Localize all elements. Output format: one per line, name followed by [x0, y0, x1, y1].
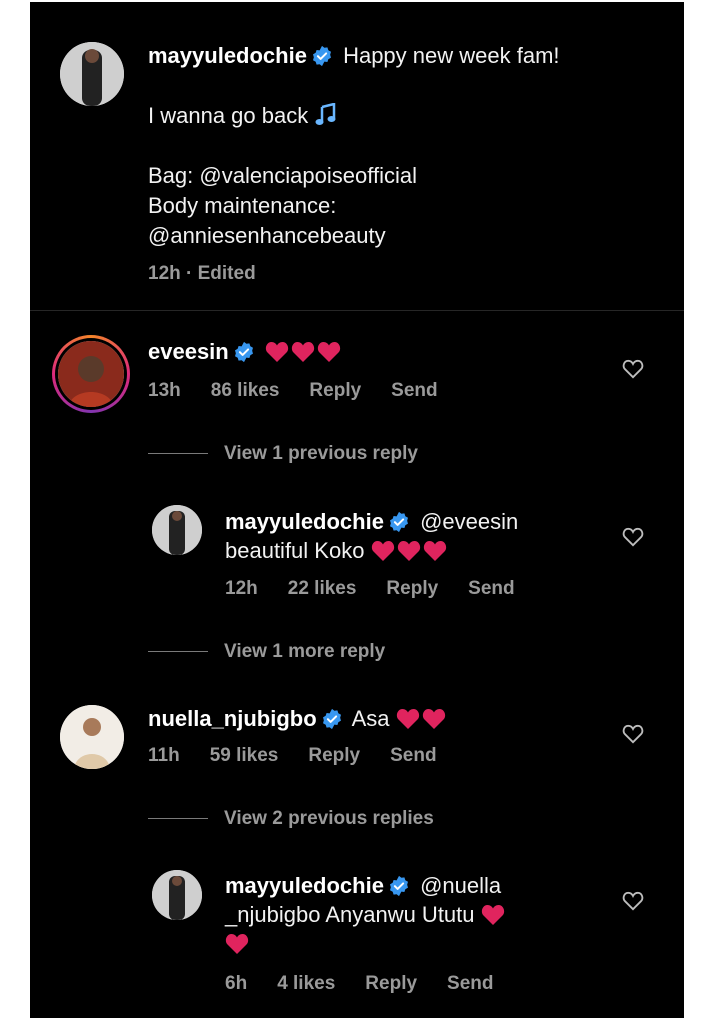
reply-line-3 [225, 930, 251, 958]
musical-notes-emoji [314, 102, 342, 127]
verified-badge-icon [321, 708, 343, 730]
post-author-avatar[interactable] [60, 42, 124, 106]
heart-outline-icon[interactable] [622, 359, 644, 379]
comments-screen: mayyuledochie Happy new week fam! I wann… [30, 2, 684, 1018]
view-replies-button[interactable]: View 1 previous reply [148, 442, 418, 466]
comment-username[interactable]: eveesin [148, 339, 229, 364]
post-caption-line-3: Bag: @valenciapoiseofficial [148, 163, 417, 188]
send-button[interactable]: Send [468, 578, 514, 599]
heart-outline-icon[interactable] [622, 891, 644, 911]
comment-username[interactable]: nuella_njubigbo [148, 706, 317, 731]
red-heart-emoji [291, 341, 315, 363]
reply-author-avatar[interactable] [152, 505, 202, 555]
post-caption-line-4: Body maintenance: [148, 193, 337, 218]
divider [148, 818, 208, 820]
verified-badge-icon [388, 511, 410, 533]
heart-emojis [396, 708, 448, 737]
comment-likes[interactable]: 86 likes [211, 380, 280, 401]
divider [148, 651, 208, 653]
comment-meta: 13h 86 likes Reply Send [148, 379, 468, 403]
reply-text-continued: beautiful Koko [225, 538, 365, 563]
reply-text-continued: _njubigbo Anyanwu Ututu [225, 902, 475, 927]
heart-emojis [371, 540, 449, 569]
reply-likes[interactable]: 4 likes [277, 973, 335, 994]
reply-author-avatar[interactable] [152, 870, 202, 920]
red-heart-emoji [397, 540, 421, 562]
verified-badge-icon [388, 875, 410, 897]
reply-line: mayyuledochie @eveesin [225, 508, 518, 536]
post-caption-text: Happy new week fam! [343, 43, 560, 68]
post-author-username[interactable]: mayyuledochie [148, 43, 307, 68]
send-button[interactable]: Send [390, 745, 436, 766]
reply-button[interactable]: Reply [308, 745, 360, 766]
comment-likes[interactable]: 59 likes [210, 745, 279, 766]
comment-line: nuella_njubigbo Asa [148, 705, 448, 737]
reply-time: 12h [225, 578, 258, 599]
comment-meta: 11h 59 likes Reply Send [148, 744, 467, 768]
commenter-avatar[interactable] [60, 705, 124, 769]
reply-text: @nuella [420, 873, 502, 898]
view-replies-button[interactable]: View 1 more reply [148, 640, 385, 664]
red-heart-emoji [423, 540, 447, 562]
view-replies-label: View 2 previous replies [224, 808, 434, 829]
view-replies-label: View 1 more reply [224, 641, 386, 662]
view-replies-label: View 1 previous reply [224, 443, 418, 464]
verified-badge-icon [311, 45, 333, 67]
post-meta: 12h · Edited [148, 263, 256, 284]
comment-text: Asa [351, 706, 390, 731]
reply-button[interactable]: Reply [365, 973, 417, 994]
commenter-avatar[interactable] [58, 341, 124, 407]
post-caption-line-2: I wanna go back [148, 102, 342, 130]
reply-text: @eveesin [420, 509, 519, 534]
reply-button[interactable]: Reply [386, 578, 438, 599]
view-replies-button[interactable]: View 2 previous replies [148, 807, 434, 831]
red-heart-emoji [422, 708, 446, 730]
reply-line-2: _njubigbo Anyanwu Ututu [225, 901, 507, 929]
comment-line: eveesin [148, 338, 343, 370]
reply-button[interactable]: Reply [309, 380, 361, 401]
comment-time: 13h [148, 380, 181, 401]
red-heart-emoji [225, 933, 249, 955]
send-button[interactable]: Send [447, 973, 493, 994]
reply-username[interactable]: mayyuledochie [225, 509, 384, 534]
red-heart-emoji [396, 708, 420, 730]
verified-badge-icon [233, 341, 255, 363]
reply-meta: 12h 22 likes Reply Send [225, 577, 545, 601]
story-ring[interactable] [52, 335, 130, 413]
divider [148, 453, 208, 455]
heart-outline-icon[interactable] [622, 527, 644, 547]
post-caption-line-2-text: I wanna go back [148, 103, 309, 128]
red-heart-emoji [317, 341, 341, 363]
heart-emojis [265, 341, 343, 370]
reply-username[interactable]: mayyuledochie [225, 873, 384, 898]
red-heart-emoji [481, 904, 505, 926]
post-caption-first-line: mayyuledochie Happy new week fam! [148, 42, 560, 70]
red-heart-emoji [371, 540, 395, 562]
reply-line-2: beautiful Koko [225, 537, 449, 569]
comment-time: 11h [148, 745, 180, 766]
reply-time: 6h [225, 973, 248, 994]
post-caption-line-5: @anniesenhancebeauty [148, 223, 386, 248]
send-button[interactable]: Send [391, 380, 437, 401]
reply-meta: 6h 4 likes Reply Send [225, 972, 524, 996]
divider [30, 310, 684, 311]
reply-likes[interactable]: 22 likes [288, 578, 357, 599]
red-heart-emoji [265, 341, 289, 363]
reply-line: mayyuledochie @nuella [225, 872, 501, 900]
heart-outline-icon[interactable] [622, 724, 644, 744]
